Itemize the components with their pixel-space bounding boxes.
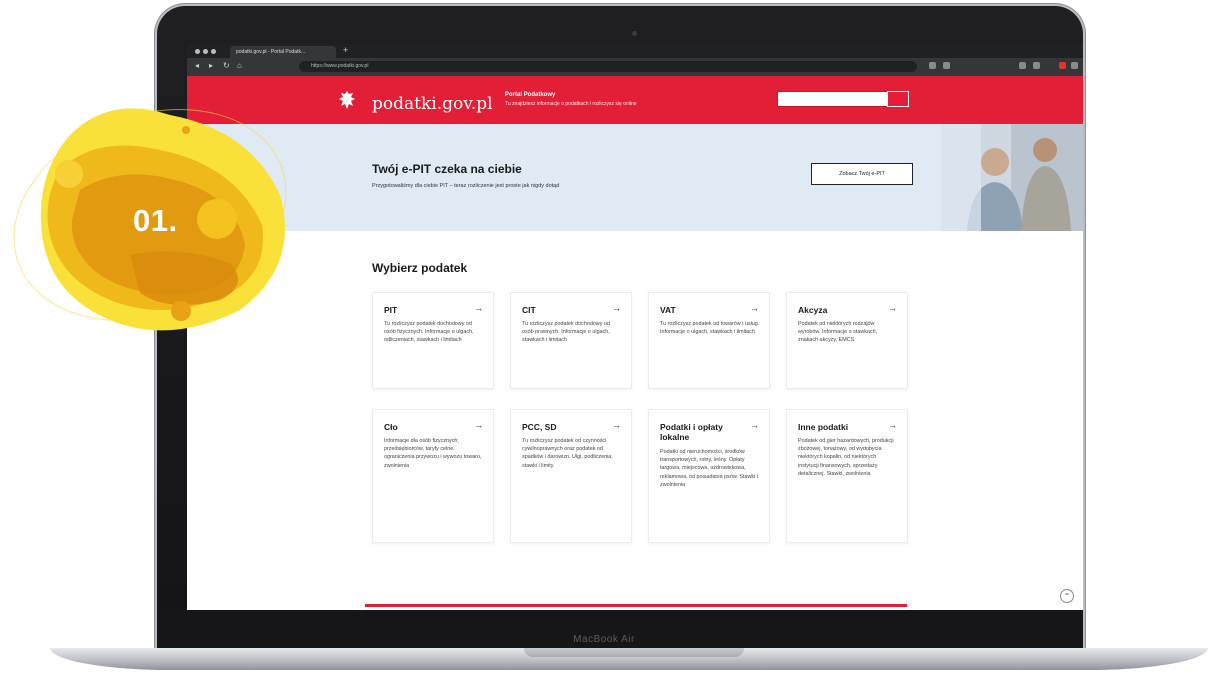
card-description: Tu rozliczysz podatek od czynności cywil… [522,438,613,469]
portal-subtitle: Tu znajdziesz informacje o podatkach i r… [505,101,637,107]
tax-card-pit[interactable]: PIT → Tu rozliczysz podatek dochodowy od… [372,292,494,389]
banner-subtitle: Przygotowaliśmy dla ciebie PIT – teraz r… [372,183,560,189]
banner-photo [941,124,1083,231]
card-description: Informacje dla osób fizycznych, przedsię… [384,438,482,469]
tax-card-vat[interactable]: VAT → Tu rozliczysz podatek od towarów i… [648,292,770,389]
webpage [187,44,1083,610]
search-button[interactable] [887,91,909,107]
site-header [187,76,1083,124]
epit-button[interactable]: Zobacz Twój e-PIT [811,163,913,185]
step-number: 01. [133,203,178,238]
laptop-model-label: MacBook Air [573,634,635,645]
card-description: Tu rozliczysz podatek dochodowy od osób … [522,321,610,344]
banner-title: Twój e-PIT czeka na ciebie [372,162,522,176]
section-title: Wybierz podatek [372,261,468,275]
tax-card-clo[interactable]: Cło → Informacje dla osób fizycznych, pr… [372,409,494,543]
arrow-right-icon: → [888,303,897,313]
footer-red-line [365,604,907,607]
laptop-base-notch [524,648,744,657]
eagle-emblem-icon [339,91,355,109]
card-description: Podatek od niektórych rodzajów wyrobów. … [798,321,878,344]
card-title: PCC, SD [522,422,557,432]
card-title: PIT [384,305,398,315]
tax-card-cit[interactable]: CIT → Tu rozliczysz podatek dochodowy od… [510,292,632,389]
webcam-icon [632,31,637,36]
tax-card-pcc-sd[interactable]: PCC, SD → Tu rozliczysz podatek od czynn… [510,409,632,543]
card-title: Inne podatki [798,422,849,432]
search-input[interactable] [777,91,889,107]
card-title: VAT [660,305,676,315]
card-description: Tu rozliczysz podatek od towarów i usług… [660,321,760,336]
tax-card-other[interactable]: Inne podatki → Podatek od gier hazardowy… [786,409,908,543]
site-logo[interactable]: podatki.gov.pl [372,94,493,114]
tax-card-local[interactable]: Podatki i opłaty lokalne → Podatki od ni… [648,409,770,543]
card-description: Podatki od nieruchomości, środków transp… [660,449,758,488]
arrow-right-icon: → [474,303,483,313]
card-title: CIT [522,305,536,315]
arrow-right-icon: → [474,420,483,430]
card-title: Cło [384,422,398,432]
arrow-right-icon: → [750,420,759,430]
arrow-right-icon: → [750,303,759,313]
card-title: Podatki i opłaty lokalne [660,422,723,442]
portal-title: Portal Podatkowy [505,92,556,98]
card-title: Akcyza [798,305,828,315]
arrow-right-icon: → [612,303,621,313]
card-description: Tu rozliczysz podatek dochodowy od osób … [384,321,474,344]
tax-card-akcyza[interactable]: Akcyza → Podatek od niektórych rodzajów … [786,292,908,389]
card-description: Podatek od gier hazardowych, produkcji z… [798,438,894,477]
scroll-top-button[interactable]: ⌃ [1060,589,1074,603]
arrow-right-icon: → [612,420,621,430]
arrow-right-icon: → [888,420,897,430]
